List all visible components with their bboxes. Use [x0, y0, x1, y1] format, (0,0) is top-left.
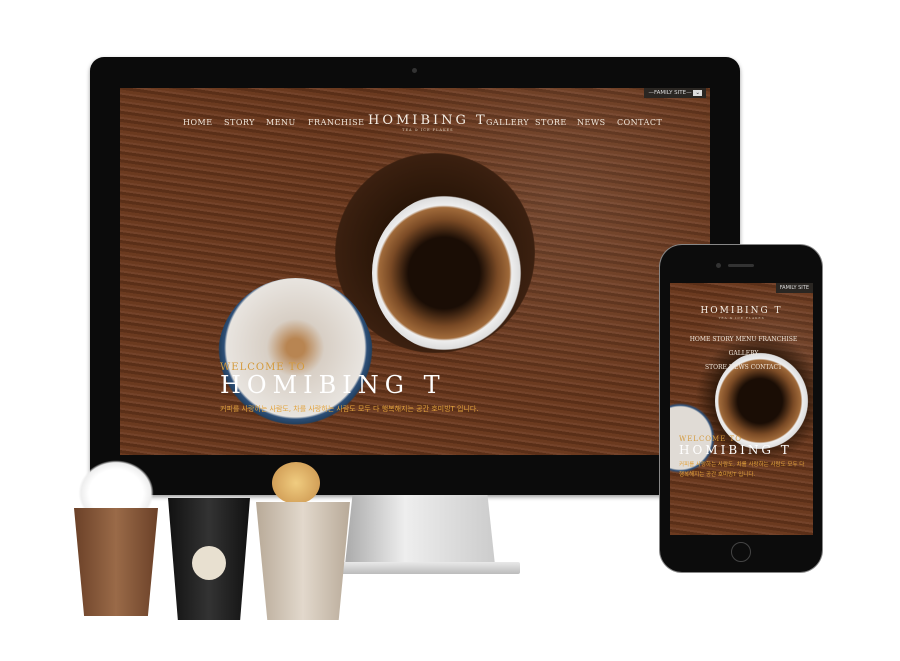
speaker-icon: [728, 264, 754, 267]
whipped-cream-chocolate-drink-image: [70, 460, 162, 620]
nav-contact[interactable]: CONTACT: [617, 118, 662, 127]
coffee-cup-drink-image: [168, 488, 250, 620]
mobile-family-site-label: FAMILY SITE: [779, 285, 809, 291]
mobile-nav-store[interactable]: STORE: [705, 364, 727, 371]
mobile-nav-menu[interactable]: MENU: [736, 336, 757, 343]
monitor-stand: [345, 495, 495, 565]
mobile-hero-title: HOMIBING T: [679, 443, 792, 457]
nav-story[interactable]: STORY: [224, 118, 255, 127]
nav-news[interactable]: NEWS: [577, 118, 606, 127]
desktop-screen: —FAMILY SITE— ⌄ HOME STORY MENU FRANCHIS…: [120, 88, 710, 456]
nav-store[interactable]: STORE: [535, 118, 567, 127]
nav-menu[interactable]: MENU: [266, 118, 296, 127]
mobile-nav: HOME STORY MENU FRANCHISE GALLERY STORE …: [676, 333, 811, 375]
cookie-shake-drink-image: [256, 462, 350, 622]
nav-franchise[interactable]: FRANCHISE: [308, 118, 364, 127]
mobile-hero-description: 커피를 사랑하는 사람도, 차를 사랑하는 사람도 모두 다 행복해지는 공간 …: [679, 462, 805, 478]
nav-home[interactable]: HOME: [183, 118, 213, 127]
logo-tagline: TEA & ICE FLAKES: [402, 128, 454, 132]
mobile-nav-story[interactable]: STORY: [712, 336, 733, 343]
family-site-label: FAMILY SITE: [653, 90, 687, 96]
home-button[interactable]: [731, 542, 751, 562]
logo-text: HOMIBING T: [368, 113, 488, 128]
nav-gallery[interactable]: GALLERY: [486, 118, 529, 127]
mobile-nav-news[interactable]: NEWS: [729, 364, 749, 371]
hero-description: 커피를 사랑하는 사람도, 차를 사랑하는 사람도 모두 다 행복해지는 공간 …: [220, 405, 479, 413]
logo[interactable]: HOMIBING T TEA & ICE FLAKES: [368, 113, 488, 132]
mobile-screen: FAMILY SITE HOMIBING T TEA & ICE FLAKES …: [670, 283, 813, 535]
coffee-cup-image: [372, 193, 532, 353]
mobile-nav-home[interactable]: HOME: [690, 336, 711, 343]
family-site-dropdown[interactable]: —FAMILY SITE— ⌄: [644, 88, 706, 98]
mobile-logo[interactable]: HOMIBING T TEA & ICE FLAKES: [670, 306, 813, 320]
mobile-family-site-dropdown[interactable]: FAMILY SITE: [775, 283, 813, 293]
mobile-nav-contact[interactable]: CONTACT: [751, 364, 782, 371]
front-camera-icon: [716, 263, 721, 268]
webcam-icon: [412, 68, 417, 73]
mobile-logo-tagline: TEA & ICE FLAKES: [718, 316, 765, 320]
mobile-hero-welcome: WELCOME TO: [679, 435, 742, 443]
monitor-base: [330, 562, 520, 574]
mobile-logo-text: HOMIBING T: [700, 306, 783, 316]
chevron-down-icon: ⌄: [693, 90, 702, 96]
mobile-nav-gallery[interactable]: GALLERY: [729, 350, 759, 357]
mobile-nav-franchise[interactable]: FRANCHISE: [758, 336, 797, 343]
hero-title: HOMIBING T: [220, 371, 446, 399]
